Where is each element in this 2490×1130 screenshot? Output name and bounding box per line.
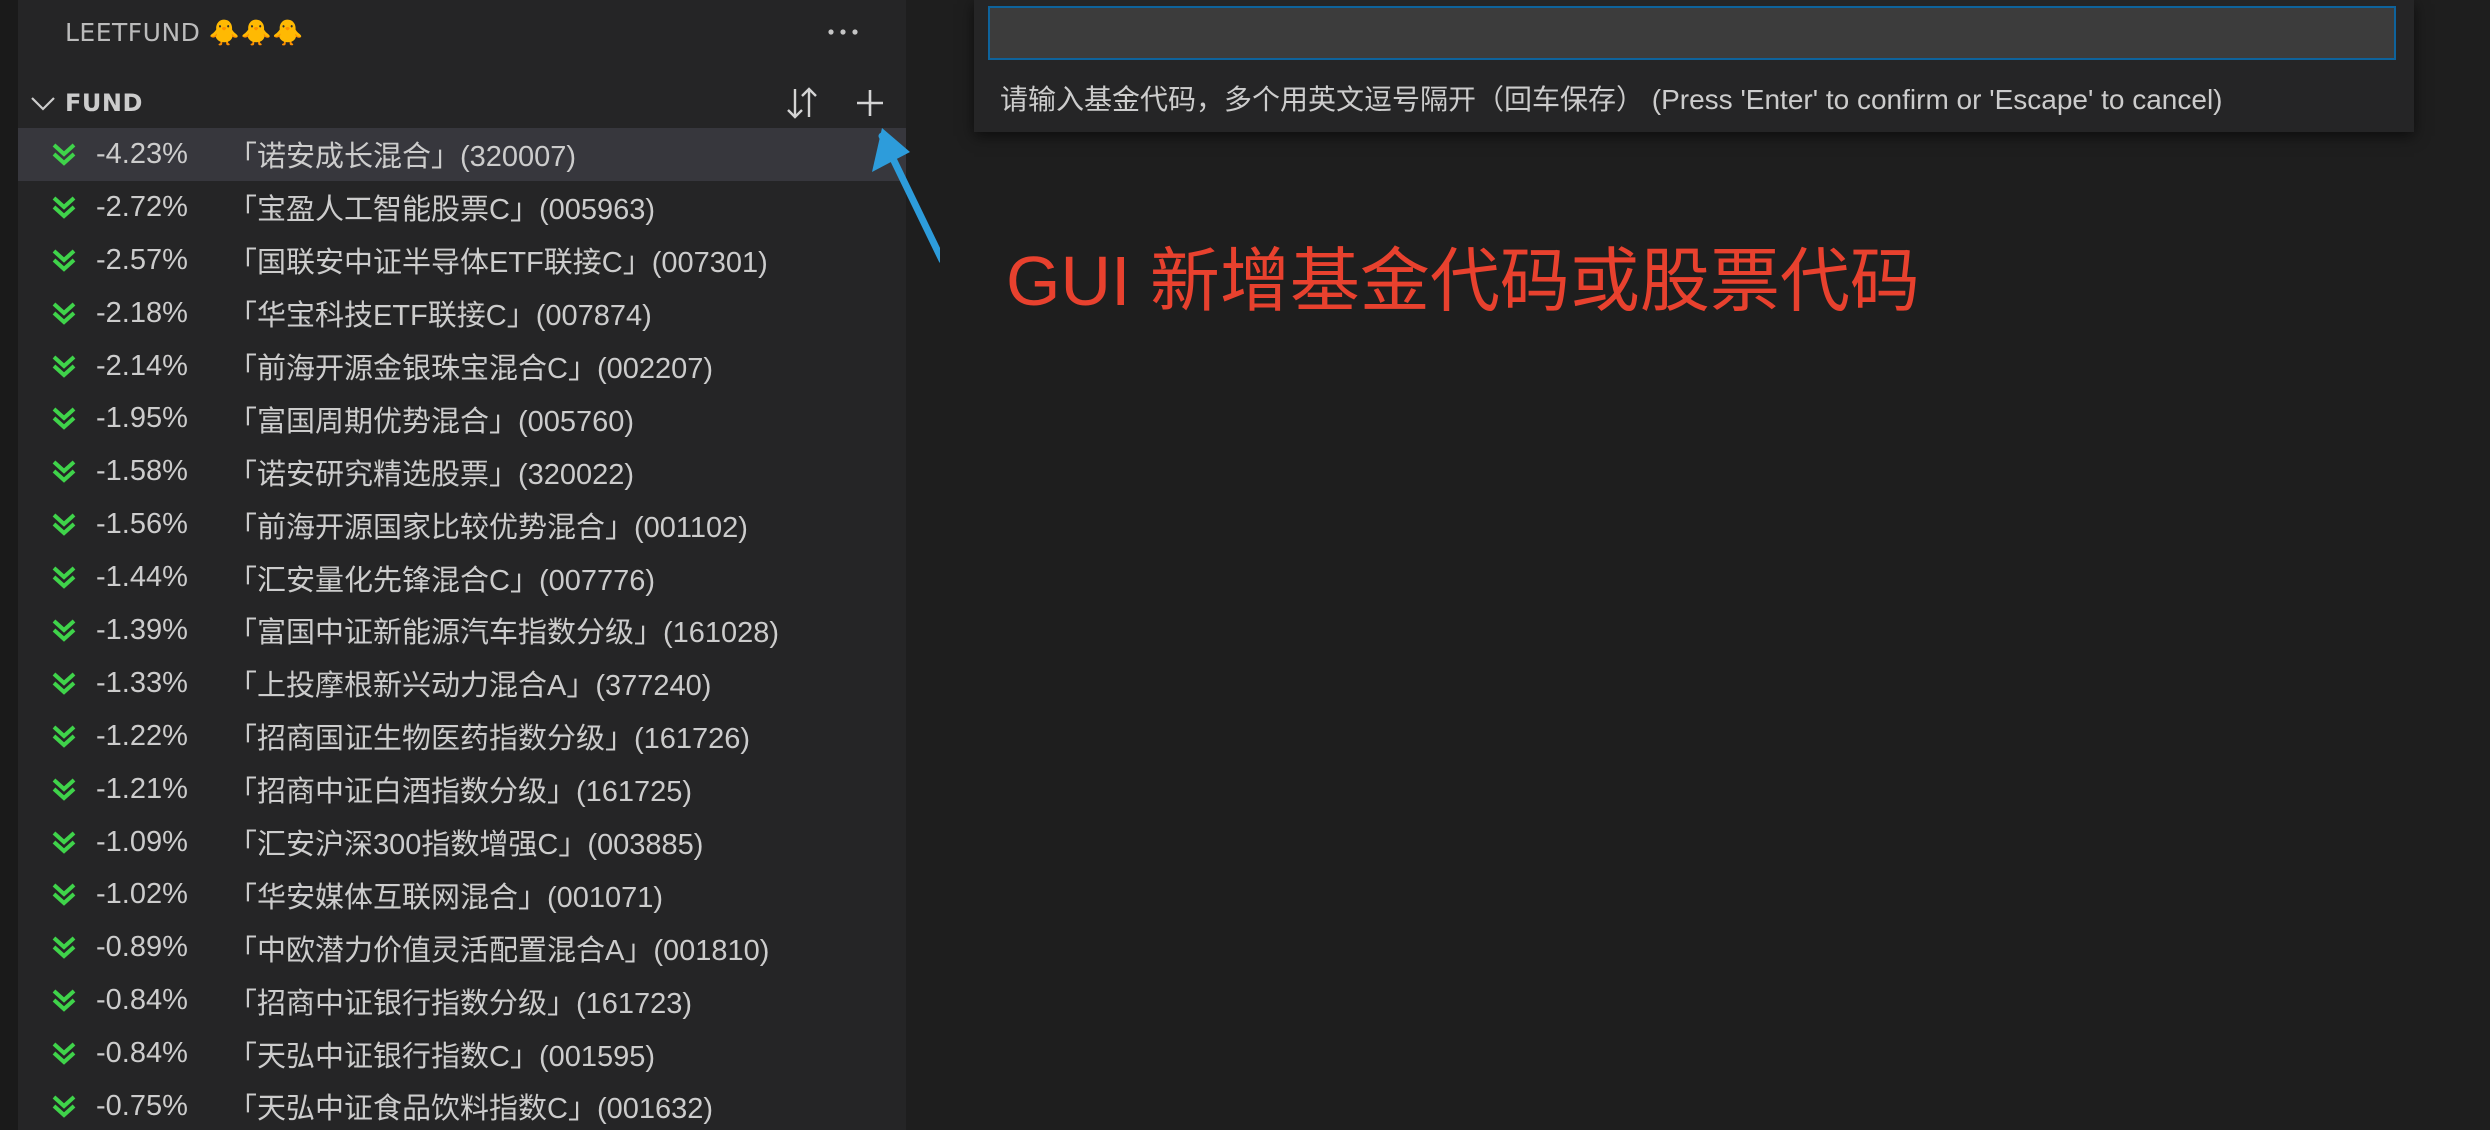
fund-name: 「华宝科技ETF联接C」(007874): [228, 300, 652, 333]
fund-name: 「上投摩根新兴动力混合A」(377240): [228, 670, 712, 703]
fund-change: -1.39%: [96, 613, 188, 646]
fund-row[interactable]: -0.84% 「天弘中证银行指数C」(001595): [18, 1027, 906, 1080]
fund-change: -1.21%: [96, 772, 188, 805]
fund-name: 「国联安中证半导体ETF联接C」(007301): [228, 247, 768, 280]
fund-change: -0.84%: [96, 984, 188, 1017]
double-chevron-down-icon: [52, 831, 76, 854]
editor-area: [906, 0, 2490, 1130]
fund-row[interactable]: -1.56% 「前海开源国家比较优势混合」(001102): [18, 498, 906, 551]
fund-change: -1.09%: [96, 825, 188, 858]
section-title: FUND: [65, 89, 143, 117]
fund-name: 「前海开源金银珠宝混合C」(002207): [228, 353, 714, 385]
annotation-arrow-icon: [872, 128, 940, 263]
double-chevron-down-icon: [52, 936, 76, 960]
double-chevron-down-icon: [52, 883, 76, 907]
fund-name: 「中欧潜力价值灵活配置混合A」(001810): [228, 934, 770, 967]
fund-name: 「汇安沪深300指数增强C」(003885): [228, 829, 704, 862]
double-chevron-down-icon: [52, 355, 76, 378]
fund-name: 「天弘中证食品饮料指数C」(001632): [228, 1093, 714, 1126]
fund-row[interactable]: -1.44% 「汇安量化先锋混合C」(007776): [18, 551, 906, 604]
fund-row[interactable]: -1.22% 「招商国证生物医药指数分级」(161726): [18, 710, 906, 763]
fund-list: -4.23% 「诺安成长混合」(320007) -2.72% 「宝盈人工智能股票C」(…: [18, 128, 906, 1130]
fund-row[interactable]: -1.09% 「汇安沪深300指数增强C」(003885): [18, 816, 906, 869]
fund-name: 「华安媒体互联网混合」(001071): [228, 881, 664, 914]
quick-input-widget: 请输入基金代码，多个用英文逗号隔开（回车保存） (Press 'Enter' t…: [974, 0, 2414, 132]
double-chevron-down-icon: [52, 460, 76, 484]
vscode-window: LEETFUND 🐥🐥🐥 FUND -4.23% 「诺安成长混合」(320007…: [0, 0, 2490, 1130]
fund-change: -2.18%: [96, 296, 188, 329]
fund-change: -1.58%: [96, 455, 188, 488]
fund-change: -1.02%: [96, 878, 188, 911]
fund-change: -0.84%: [96, 1037, 188, 1070]
double-chevron-down-icon: [52, 725, 76, 748]
double-chevron-down-icon: [52, 513, 76, 536]
fund-name: 「招商中证白酒指数分级」(161725): [228, 776, 693, 809]
double-chevron-down-icon: [52, 407, 76, 431]
fund-row[interactable]: -2.14% 「前海开源金银珠宝混合C」(002207): [18, 340, 906, 393]
chevron-down-icon[interactable]: [28, 88, 58, 118]
fund-change: -1.44%: [96, 561, 188, 594]
double-chevron-down-icon: [52, 1095, 76, 1118]
sidebar: LEETFUND 🐥🐥🐥 FUND -4.23% 「诺安成长混合」(320007…: [18, 0, 906, 1130]
annotation-text: GUI 新增基金代码或股票代码: [1006, 242, 1920, 320]
fund-row[interactable]: -1.95% 「富国周期优势混合」(005760): [18, 392, 906, 445]
fund-name: 「汇安量化先锋混合C」(007776): [228, 564, 656, 597]
plus-icon[interactable]: [848, 81, 892, 125]
fund-change: -1.95%: [96, 402, 188, 435]
fund-row[interactable]: -0.84% 「招商中证银行指数分级」(161723): [18, 974, 906, 1027]
fund-name: 「招商国证生物医药指数分级」(161726): [228, 723, 751, 756]
double-chevron-down-icon: [52, 1042, 76, 1065]
fund-change: -4.23%: [96, 137, 188, 170]
fund-change: -1.33%: [96, 666, 188, 699]
double-chevron-down-icon: [52, 778, 76, 801]
ellipsis-icon[interactable]: [823, 16, 863, 48]
fund-row[interactable]: -1.21% 「招商中证白酒指数分级」(161725): [18, 763, 906, 816]
sidebar-title: LEETFUND 🐥🐥🐥: [65, 18, 304, 47]
double-chevron-down-icon: [52, 302, 76, 325]
fund-row[interactable]: -2.18% 「华宝科技ETF联接C」(007874): [18, 287, 906, 340]
fund-row[interactable]: -4.23% 「诺安成长混合」(320007): [18, 128, 906, 181]
fund-row[interactable]: -2.57% 「国联安中证半导体ETF联接C」(007301): [18, 234, 906, 287]
fund-change: -2.72%: [96, 190, 188, 223]
fund-row[interactable]: -1.33% 「上投摩根新兴动力混合A」(377240): [18, 657, 906, 710]
fund-code-input[interactable]: [988, 6, 2396, 60]
fund-change: -1.22%: [96, 719, 188, 752]
fund-row[interactable]: -0.89% 「中欧潜力价值灵活配置混合A」(001810): [18, 921, 906, 974]
fund-name: 「富国周期优势混合」(005760): [228, 405, 635, 438]
double-chevron-down-icon: [52, 672, 76, 695]
sort-icon[interactable]: [780, 81, 824, 125]
fund-row[interactable]: -2.72% 「宝盈人工智能股票C」(005963): [18, 181, 906, 234]
fund-name: 「宝盈人工智能股票C」(005963): [228, 194, 656, 227]
double-chevron-down-icon: [52, 619, 76, 642]
activity-bar-edge: [0, 0, 18, 1130]
fund-row[interactable]: -1.58% 「诺安研究精选股票」(320022): [18, 445, 906, 498]
double-chevron-down-icon: [52, 249, 76, 272]
fund-row[interactable]: -0.75% 「天弘中证食品饮料指数C」(001632): [18, 1080, 906, 1130]
fund-change: -0.89%: [96, 931, 188, 964]
input-hint: 请输入基金代码，多个用英文逗号隔开（回车保存） (Press 'Enter' t…: [1000, 84, 2223, 115]
double-chevron-down-icon: [52, 566, 76, 589]
fund-name: 「招商中证银行指数分级」(161723): [228, 987, 693, 1020]
double-chevron-down-icon: [52, 196, 76, 219]
double-chevron-down-icon: [52, 989, 76, 1012]
fund-name: 「诺安成长混合」(320007): [228, 141, 577, 174]
fund-name: 「天弘中证银行指数C」(001595): [228, 1040, 656, 1073]
fund-section-header[interactable]: FUND: [18, 80, 906, 126]
fund-row[interactable]: -1.39% 「富国中证新能源汽车指数分级」(161028): [18, 604, 906, 657]
fund-change: -1.56%: [96, 508, 188, 541]
fund-change: -0.75%: [96, 1089, 188, 1122]
fund-name: 「前海开源国家比较优势混合」(001102): [228, 511, 748, 544]
fund-change: -2.14%: [96, 349, 188, 382]
sidebar-header: LEETFUND 🐥🐥🐥: [18, 0, 906, 66]
fund-row[interactable]: -1.02% 「华安媒体互联网混合」(001071): [18, 868, 906, 921]
fund-change: -2.57%: [96, 243, 188, 276]
fund-name: 「诺安研究精选股票」(320022): [228, 458, 635, 491]
double-chevron-down-icon: [52, 143, 76, 166]
fund-name: 「富国中证新能源汽车指数分级」(161028): [228, 617, 780, 650]
